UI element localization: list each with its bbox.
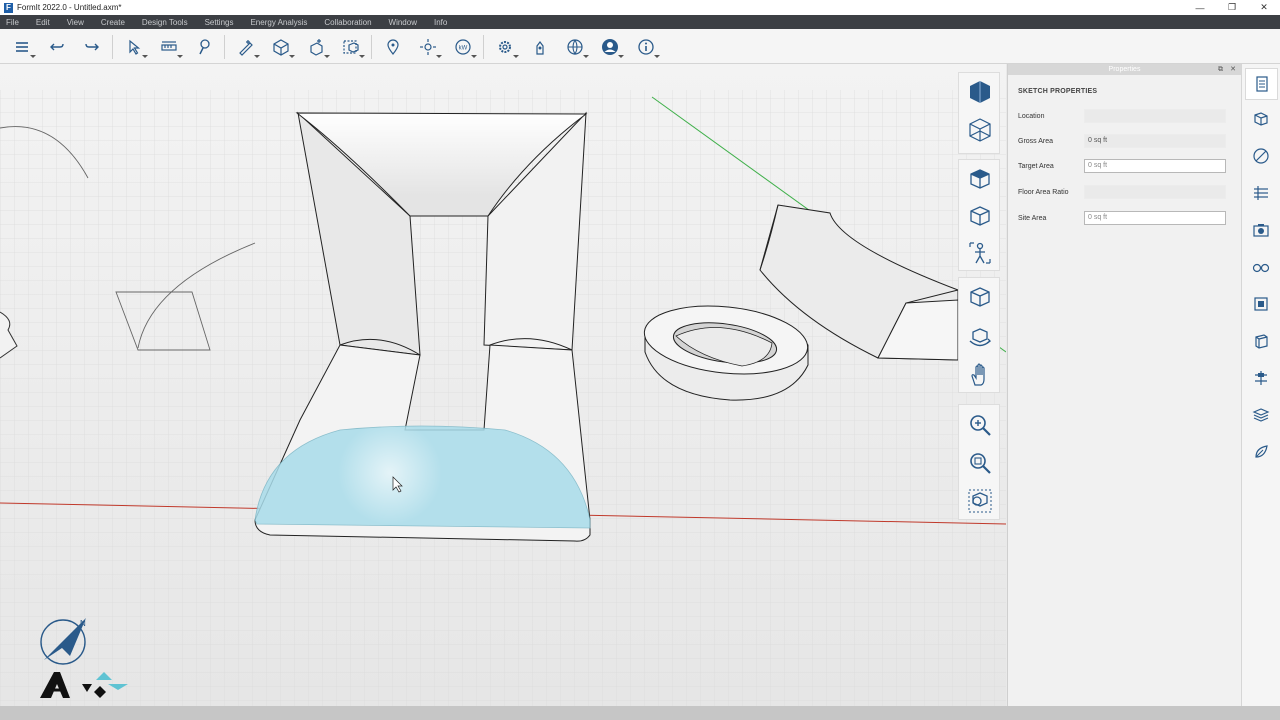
- view-toggle-group: [958, 72, 1000, 154]
- orbit-view-icon[interactable]: [964, 282, 996, 314]
- stacks-icon[interactable]: [1251, 405, 1271, 425]
- property-label: Gross Area: [1018, 138, 1054, 145]
- settings-icon[interactable]: [495, 37, 519, 58]
- property-label: Target Area: [1018, 163, 1054, 170]
- menu-bar: File Edit View Create Design Tools Setti…: [0, 15, 1280, 29]
- toolbar-separator: [371, 35, 372, 59]
- navigate-group: [958, 277, 1000, 393]
- close-panel-icon[interactable]: ✕: [1230, 64, 1236, 75]
- title-bar: F FormIt 2022.0 - Untitled.axm* — ❐ ✕: [0, 0, 1280, 15]
- analysis-icon[interactable]: kW: [453, 37, 477, 58]
- menu-create[interactable]: Create: [101, 18, 125, 27]
- menu-settings[interactable]: Settings: [205, 18, 234, 27]
- zoom-window-icon[interactable]: [964, 447, 996, 479]
- select-icon[interactable]: [124, 37, 148, 58]
- menu-view[interactable]: View: [67, 18, 84, 27]
- gross-area-field: 0 sq ft: [1084, 134, 1226, 148]
- close-button[interactable]: ✕: [1248, 0, 1280, 15]
- primitives-icon[interactable]: [271, 37, 295, 58]
- xray-view-icon[interactable]: [964, 114, 996, 146]
- visual-styles-icon[interactable]: [1251, 257, 1271, 277]
- toolbar-separator: [112, 35, 113, 59]
- hover-highlight: [338, 421, 442, 525]
- scenes-icon[interactable]: [1251, 220, 1271, 240]
- properties-tab-icon[interactable]: [1245, 68, 1278, 100]
- floor-area-ratio-field: [1084, 185, 1226, 199]
- undo-icon[interactable]: [47, 37, 67, 57]
- walk-view-icon[interactable]: [964, 237, 996, 269]
- levels-icon[interactable]: [1251, 183, 1271, 203]
- property-label: Location: [1018, 113, 1045, 120]
- top-view-icon[interactable]: [964, 163, 996, 195]
- front-view-icon[interactable]: [964, 200, 996, 232]
- target-area-input[interactable]: 0 sq ft: [1084, 159, 1226, 173]
- property-row-floor-area-ratio: Floor Area Ratio: [1018, 185, 1234, 201]
- property-row-location: Location: [1018, 109, 1234, 125]
- materials-tab-icon[interactable]: [1251, 146, 1271, 166]
- energy-icon[interactable]: [1251, 442, 1271, 462]
- draw-icon[interactable]: [236, 37, 260, 58]
- main-toolbar: kW: [0, 29, 1280, 64]
- window-title: FormIt 2022.0 - Untitled.axm*: [17, 3, 122, 12]
- solid-view-icon[interactable]: [964, 76, 996, 108]
- site-area-input[interactable]: 0 sq ft: [1084, 211, 1226, 225]
- measure-icon[interactable]: [159, 37, 183, 58]
- menu-design-tools[interactable]: Design Tools: [142, 18, 188, 27]
- layers-icon[interactable]: [12, 37, 36, 58]
- zoom-group: [958, 404, 1000, 520]
- library-icon[interactable]: [1251, 109, 1271, 129]
- pan-hand-icon[interactable]: [964, 359, 996, 391]
- undock-icon[interactable]: ⧉: [1218, 64, 1223, 75]
- location-field: [1084, 109, 1226, 123]
- properties-header: Properties ⧉ ✕: [1008, 64, 1241, 75]
- formit-logo-icon: F: [4, 2, 13, 13]
- groups-icon[interactable]: [341, 37, 365, 58]
- materials-icon[interactable]: [530, 37, 550, 57]
- menu-window[interactable]: Window: [389, 18, 417, 27]
- property-label: Floor Area Ratio: [1018, 189, 1069, 196]
- groups-tab-icon[interactable]: [1251, 294, 1271, 314]
- toolbar-separator: [483, 35, 484, 59]
- account-icon[interactable]: [600, 37, 624, 58]
- zoom-extents-icon[interactable]: [964, 485, 996, 517]
- menu-info[interactable]: Info: [434, 18, 447, 27]
- sun-icon[interactable]: [418, 37, 442, 58]
- property-row-target-area: Target Area 0 sq ft: [1018, 159, 1234, 175]
- camera-views-group: [958, 159, 1000, 271]
- restore-button[interactable]: ❐: [1216, 0, 1248, 15]
- tools-icon[interactable]: [306, 37, 330, 58]
- properties-title: Properties: [1108, 66, 1141, 73]
- scene-canvas[interactable]: N: [0, 64, 1006, 706]
- menu-file[interactable]: File: [6, 18, 19, 27]
- orbit-around-icon[interactable]: [964, 321, 996, 353]
- toolbar-separator: [224, 35, 225, 59]
- property-label: Site Area: [1018, 215, 1047, 222]
- window-controls: — ❐ ✕: [1184, 0, 1280, 15]
- right-panel-strip: [1241, 64, 1280, 706]
- paint-icon[interactable]: [194, 37, 214, 57]
- info-icon[interactable]: [636, 37, 660, 58]
- property-row-site-area: Site Area 0 sq ft: [1018, 211, 1234, 227]
- share-icon[interactable]: [565, 37, 589, 58]
- plugins-icon[interactable]: [1251, 368, 1271, 388]
- redo-icon[interactable]: [82, 37, 102, 57]
- 3d-viewport[interactable]: N: [0, 64, 1006, 706]
- menu-collaboration[interactable]: Collaboration: [324, 18, 371, 27]
- menu-energy-analysis[interactable]: Energy Analysis: [250, 18, 307, 27]
- minimize-button[interactable]: —: [1184, 0, 1216, 15]
- zoom-icon[interactable]: [964, 409, 996, 441]
- menu-edit[interactable]: Edit: [36, 18, 50, 27]
- properties-panel: Properties ⧉ ✕ SKETCH PROPERTIES Locatio…: [1007, 64, 1241, 706]
- status-bar: [0, 706, 1280, 720]
- svg-text:kW: kW: [459, 46, 468, 52]
- sketch-properties-title: SKETCH PROPERTIES: [1018, 88, 1098, 95]
- compass-north-label: N: [80, 619, 86, 628]
- formit-app: F FormIt 2022.0 - Untitled.axm* — ❐ ✕ Fi…: [0, 0, 1280, 720]
- layers-tab-icon[interactable]: [1251, 331, 1271, 351]
- property-row-gross-area: Gross Area 0 sq ft: [1018, 134, 1234, 150]
- location-icon[interactable]: [383, 37, 403, 57]
